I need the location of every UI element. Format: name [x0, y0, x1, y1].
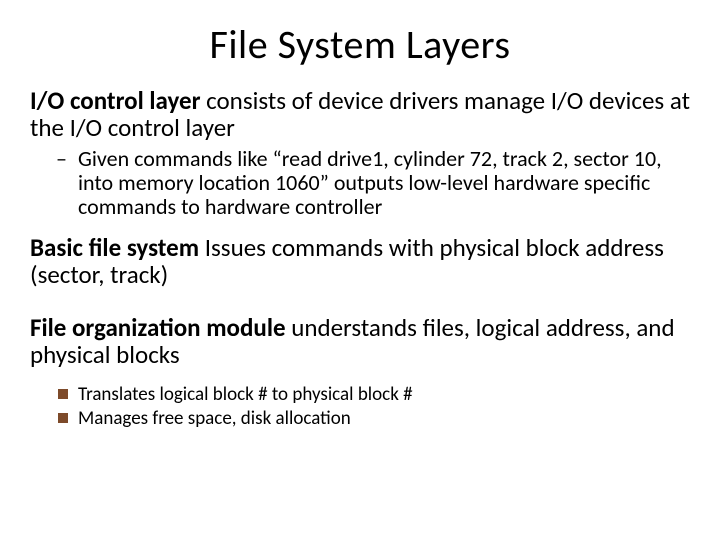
bullet1-text: Translates logical block # to physical b…: [78, 383, 413, 406]
square-bullet-icon: [58, 389, 68, 399]
slide-title: File System Layers: [30, 20, 690, 69]
sub1-text: Given commands like “read drive1, cylind…: [78, 145, 662, 220]
bullet-manages: Manages free space, disk allocation: [30, 408, 690, 431]
bullet2-text: Manages free space, disk allocation: [78, 407, 351, 430]
paragraph-file-org: File organization module understands fil…: [30, 314, 690, 368]
sub-bullet-commands: – Given commands like “read drive1, cyli…: [30, 147, 690, 220]
dash-icon: –: [56, 147, 67, 171]
paragraph-basic-fs: Basic file system Issues commands with p…: [30, 234, 690, 288]
spacer: [30, 294, 690, 314]
paragraph-io-control: I/O control layer consists of device dri…: [30, 87, 690, 141]
bullet-translates: Translates logical block # to physical b…: [30, 384, 690, 407]
square-bullet-icon: [58, 413, 68, 423]
